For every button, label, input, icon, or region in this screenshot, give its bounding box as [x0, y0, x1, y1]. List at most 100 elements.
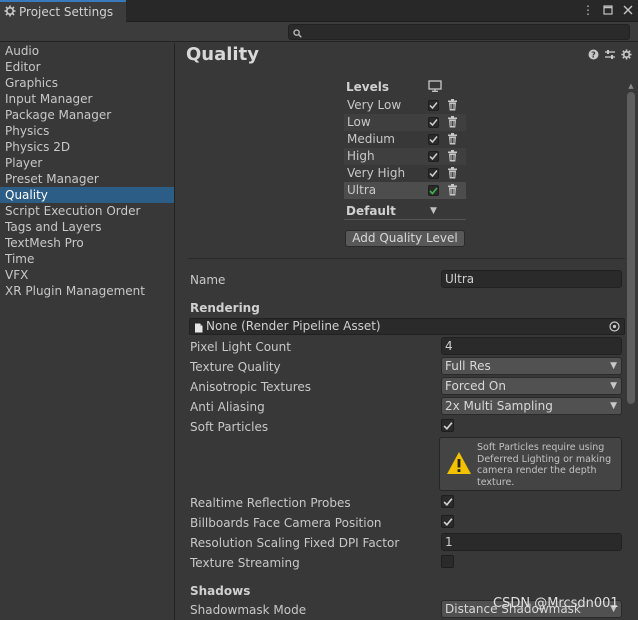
search-row	[0, 22, 638, 42]
level-name: Ultra	[347, 183, 377, 197]
level-enabled-checkbox[interactable]	[428, 168, 439, 179]
tab-project-settings[interactable]: Project Settings	[0, 0, 126, 22]
render-pipeline-asset-value: None (Render Pipeline Asset)	[206, 319, 381, 333]
soft-particles-checkbox[interactable]	[441, 419, 454, 432]
sidebar-item-xr-plugin-management[interactable]: XR Plugin Management	[0, 283, 174, 299]
quality-level-row[interactable]: High	[344, 148, 466, 165]
level-name: Low	[347, 115, 371, 129]
gear-icon	[4, 5, 16, 20]
sidebar-item-vfx[interactable]: VFX	[0, 267, 174, 283]
realtime-reflection-probes-label: Realtime Reflection Probes	[190, 496, 351, 510]
anisotropic-textures-value: Forced On	[445, 379, 506, 393]
name-label: Name	[190, 273, 226, 287]
realtime-reflection-probes-checkbox[interactable]	[441, 495, 454, 508]
level-name: Medium	[347, 132, 395, 146]
trash-icon[interactable]	[447, 184, 458, 201]
scroll-up-arrow-icon[interactable]: ▲	[626, 82, 636, 90]
title-bar: Project Settings ⋮	[0, 0, 638, 22]
chevron-down-icon: ▼	[610, 381, 617, 391]
svg-text:?: ?	[591, 51, 596, 60]
soft-particles-help-text: Soft Particles require using Deferred Li…	[477, 442, 612, 488]
level-enabled-checkbox[interactable]	[428, 134, 439, 145]
level-enabled-checkbox[interactable]	[428, 100, 439, 111]
sidebar-item-textmesh-pro[interactable]: TextMesh Pro	[0, 235, 174, 251]
scrollbar[interactable]: ▲	[626, 82, 636, 620]
tab-title: Project Settings	[19, 5, 114, 19]
level-enabled-checkbox[interactable]	[428, 185, 439, 196]
maximize-icon[interactable]	[602, 2, 614, 18]
sidebar-item-player[interactable]: Player	[0, 155, 174, 171]
rendering-section-label: Rendering	[190, 301, 260, 315]
sidebar-item-physics-2d[interactable]: Physics 2D	[0, 139, 174, 155]
watermark: CSDN @Mrcsdn001	[493, 596, 619, 611]
document-icon	[194, 322, 203, 337]
close-icon[interactable]	[622, 2, 634, 18]
sidebar-item-physics[interactable]: Physics	[0, 123, 174, 139]
sidebar-item-audio[interactable]: Audio	[0, 43, 174, 59]
sidebar: Audio Editor Graphics Input Manager Pack…	[0, 43, 175, 620]
resolution-scaling-field[interactable]: 1	[441, 533, 622, 551]
anti-aliasing-label: Anti Aliasing	[190, 400, 265, 414]
shadows-section-label: Shadows	[190, 584, 251, 598]
preset-icon[interactable]	[604, 49, 616, 63]
anti-aliasing-dropdown[interactable]: 2x Multi Sampling ▼	[441, 397, 622, 415]
chevron-down-icon: ▼	[610, 401, 617, 411]
default-dropdown-arrow-icon[interactable]: ▼	[430, 206, 437, 216]
sidebar-item-input-manager[interactable]: Input Manager	[0, 91, 174, 107]
texture-quality-value: Full Res	[445, 359, 491, 373]
monitor-icon	[428, 80, 442, 95]
anisotropic-textures-dropdown[interactable]: Forced On ▼	[441, 377, 622, 395]
add-quality-level-button[interactable]: Add Quality Level	[345, 230, 465, 247]
warning-icon	[446, 451, 472, 478]
quality-level-row[interactable]: Medium	[344, 131, 466, 148]
quality-level-row[interactable]: Low	[344, 114, 466, 131]
header-icons: ?	[588, 49, 632, 63]
sidebar-item-graphics[interactable]: Graphics	[0, 75, 174, 91]
anti-aliasing-value: 2x Multi Sampling	[445, 399, 553, 413]
levels-header: Levels	[346, 80, 390, 94]
search-icon	[293, 27, 302, 41]
texture-streaming-label: Texture Streaming	[190, 556, 300, 570]
texture-quality-dropdown[interactable]: Full Res ▼	[441, 357, 622, 375]
level-enabled-checkbox[interactable]	[428, 117, 439, 128]
resolution-scaling-label: Resolution Scaling Fixed DPI Factor	[190, 536, 400, 550]
quality-level-row[interactable]: Very High	[344, 165, 466, 182]
level-name: High	[347, 149, 375, 163]
billboards-face-camera-label: Billboards Face Camera Position	[190, 516, 382, 530]
pixel-light-count-label: Pixel Light Count	[190, 340, 291, 354]
level-name: Very High	[347, 166, 406, 180]
quality-levels-list: Very Low Low Medium High Very High Ultra	[344, 97, 466, 199]
sidebar-item-script-execution-order[interactable]: Script Execution Order	[0, 203, 174, 219]
pixel-light-count-field[interactable]: 4	[441, 337, 622, 355]
section-divider	[188, 258, 625, 259]
sidebar-item-package-manager[interactable]: Package Manager	[0, 107, 174, 123]
page-title: Quality	[186, 44, 259, 65]
level-enabled-checkbox[interactable]	[428, 151, 439, 162]
scroll-thumb[interactable]	[627, 92, 635, 404]
sidebar-item-preset-manager[interactable]: Preset Manager	[0, 171, 174, 187]
more-options-icon[interactable]: ⋮	[582, 2, 594, 18]
sidebar-item-tags-and-layers[interactable]: Tags and Layers	[0, 219, 174, 235]
render-pipeline-asset-field[interactable]: None (Render Pipeline Asset)	[189, 318, 625, 335]
texture-streaming-checkbox[interactable]	[441, 555, 454, 568]
quality-level-row-selected[interactable]: Ultra	[344, 182, 466, 199]
sidebar-item-time[interactable]: Time	[0, 251, 174, 267]
sidebar-item-editor[interactable]: Editor	[0, 59, 174, 75]
texture-quality-label: Texture Quality	[190, 360, 281, 374]
object-picker-icon[interactable]	[609, 321, 620, 336]
default-label: Default	[346, 204, 396, 218]
name-field[interactable]: Ultra	[441, 270, 622, 288]
settings-gear-icon[interactable]	[621, 49, 632, 63]
quality-level-row[interactable]: Very Low	[344, 97, 466, 114]
billboards-face-camera-checkbox[interactable]	[441, 515, 454, 528]
help-icon[interactable]: ?	[588, 49, 599, 63]
window-controls: ⋮	[582, 2, 634, 18]
sidebar-item-quality[interactable]: Quality	[0, 187, 174, 203]
search-input[interactable]	[288, 24, 630, 40]
chevron-down-icon: ▼	[610, 361, 617, 371]
default-divider	[344, 219, 466, 220]
anisotropic-textures-label: Anisotropic Textures	[190, 380, 312, 394]
shadowmask-mode-label: Shadowmask Mode	[190, 603, 307, 617]
soft-particles-label: Soft Particles	[190, 420, 269, 434]
soft-particles-help-box: Soft Particles require using Deferred Li…	[439, 437, 622, 491]
